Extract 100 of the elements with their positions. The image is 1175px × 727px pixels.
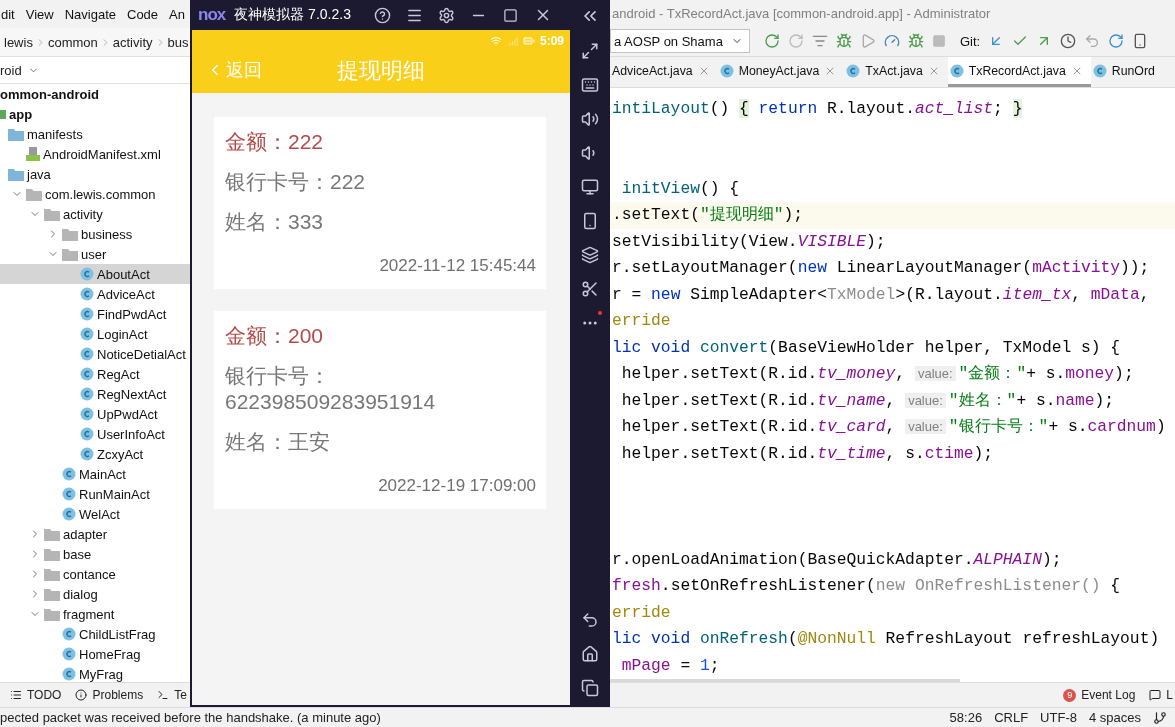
project-view-dropdown[interactable]: roid	[0, 62, 43, 78]
info-icon	[75, 689, 88, 701]
battery-icon	[522, 35, 535, 47]
tree-item[interactable]: java	[0, 164, 190, 184]
folder-icon	[26, 187, 42, 201]
gauge-icon[interactable]	[883, 33, 900, 49]
code-line: erride	[611, 601, 672, 624]
caret-position[interactable]: 58:26	[949, 710, 983, 725]
tree-item[interactable]: AdviceAct	[0, 284, 190, 304]
tree-item[interactable]: LoginAct	[0, 324, 190, 344]
module-icon	[0, 108, 6, 120]
breadcrumb-item[interactable]: common	[47, 34, 98, 50]
menu-item[interactable]: dit	[0, 6, 16, 22]
breadcrumb-item[interactable]: lewis	[4, 34, 33, 50]
tree-item[interactable]: business	[0, 224, 190, 244]
recent-apps-icon[interactable]	[581, 679, 599, 697]
bug-icon[interactable]	[835, 33, 852, 49]
menu-item[interactable]: An	[168, 6, 186, 22]
phone-icon[interactable]	[581, 212, 599, 230]
tree-item[interactable]: base	[0, 544, 190, 564]
tree-item[interactable]: AboutAct	[0, 264, 190, 284]
home-icon[interactable]	[581, 645, 599, 663]
tree-item[interactable]: ZcxyAct	[0, 444, 190, 464]
tree-item[interactable]: FindPwdAct	[0, 304, 190, 324]
breadcrumb-item[interactable]: bus	[167, 34, 189, 50]
editor-tab[interactable]: TxAct.java	[844, 57, 948, 87]
breadcrumb-item[interactable]: activity	[112, 34, 153, 50]
window-title: 夜神模拟器 7.0.2.3	[234, 6, 351, 24]
tool-window-button[interactable]: L	[1149, 688, 1173, 702]
tree-item[interactable]: RegAct	[0, 364, 190, 384]
tool-window-button[interactable]: Te	[157, 688, 187, 702]
rerun-icon[interactable]	[763, 33, 780, 49]
menu-item[interactable]: View	[24, 6, 55, 22]
tree-item[interactable]: ChildListFrag	[0, 624, 190, 644]
tree-item[interactable]: UpPwdAct	[0, 404, 190, 424]
tree-item[interactable]: AndroidManifest.xml	[0, 144, 190, 164]
tree-item[interactable]: fragment	[0, 604, 190, 624]
tree-item[interactable]: contance	[0, 564, 190, 584]
list-icon	[10, 689, 22, 701]
branch-icon[interactable]	[1153, 710, 1167, 725]
editor-tab[interactable]: TxRecordAct.java	[947, 57, 1091, 87]
layers-icon[interactable]	[581, 246, 599, 264]
code-line: intiLayout() { return R.layout.act_list; }	[611, 98, 1024, 120]
keyboard-icon[interactable]	[581, 76, 599, 94]
name-text: 姓名：王安	[225, 429, 331, 455]
editor-tab[interactable]: RunOrd	[1090, 57, 1163, 87]
list-icon[interactable]	[811, 33, 828, 49]
tree-item[interactable]: manifests	[0, 124, 190, 144]
tree-item[interactable]: UserInfoAct	[0, 424, 190, 444]
bug-icon[interactable]	[907, 33, 924, 49]
rerun-icon[interactable]	[787, 33, 804, 49]
line-ending[interactable]: CRLF	[994, 710, 1029, 725]
tree-item[interactable]: WelAct	[0, 504, 190, 524]
class-icon	[80, 327, 94, 341]
editor-tab[interactable]: MoneyAct.java	[717, 57, 845, 87]
tree-item[interactable]: adapter	[0, 524, 190, 544]
scissors-icon[interactable]	[581, 280, 599, 298]
device-dropdown[interactable]: a AOSP on Shama	[610, 29, 750, 53]
fullscreen-icon[interactable]	[581, 42, 599, 60]
tree-item[interactable]: dialog	[0, 584, 190, 604]
screen-icon[interactable]	[581, 178, 599, 196]
tree-item[interactable]: activity	[0, 204, 190, 224]
notification-count: 9	[1063, 688, 1077, 702]
undo-icon[interactable]	[1084, 33, 1101, 49]
tree-item[interactable]: ommon-android	[0, 84, 190, 104]
tree-item[interactable]: MainAct	[0, 464, 190, 484]
tree-item[interactable]: RegNextAct	[0, 384, 190, 404]
class-icon	[80, 387, 94, 401]
indent-setting[interactable]: 4 spaces	[1088, 710, 1141, 725]
tree-item[interactable]: NoticeDetialAct	[0, 344, 190, 364]
history-icon[interactable]	[1060, 33, 1077, 49]
stop-icon[interactable]	[931, 34, 946, 48]
help-icon[interactable]	[374, 6, 392, 24]
tree-item[interactable]: MyFrag	[0, 664, 190, 682]
tool-window-button[interactable]: Problems	[75, 688, 144, 702]
tree-item[interactable]: HomeFrag	[0, 644, 190, 664]
settings-icon[interactable]	[438, 6, 456, 24]
volume-up-icon[interactable]	[581, 110, 599, 128]
class-icon	[80, 447, 94, 461]
folder-icon	[44, 527, 60, 541]
app-logo: nox	[198, 5, 226, 25]
maximize-icon[interactable]	[503, 7, 519, 23]
tree-item[interactable]: com.lewis.common	[0, 184, 190, 204]
tool-window-button[interactable]: TODO	[10, 688, 62, 702]
menu-item[interactable]: Navigate	[63, 6, 117, 22]
tree-item[interactable]: app	[0, 104, 190, 124]
back-icon[interactable]	[581, 611, 599, 629]
tree-item[interactable]: RunMainAct	[0, 484, 190, 504]
folder-icon	[44, 207, 60, 221]
time-text: 2022-12-19 17:09:00	[378, 475, 536, 497]
class-icon	[80, 407, 94, 421]
class-icon	[62, 667, 76, 681]
menu-item[interactable]: Code	[126, 6, 160, 22]
file-encoding[interactable]: UTF-8	[1040, 710, 1077, 725]
sync-icon[interactable]	[1108, 33, 1125, 49]
event-log-button[interactable]: 9 Event Log	[1063, 688, 1136, 702]
git-label: Git:	[959, 33, 981, 49]
tree-item[interactable]: user	[0, 244, 190, 264]
editor-tab[interactable]: AdviceAct.java	[610, 57, 718, 87]
class-icon	[80, 367, 94, 381]
